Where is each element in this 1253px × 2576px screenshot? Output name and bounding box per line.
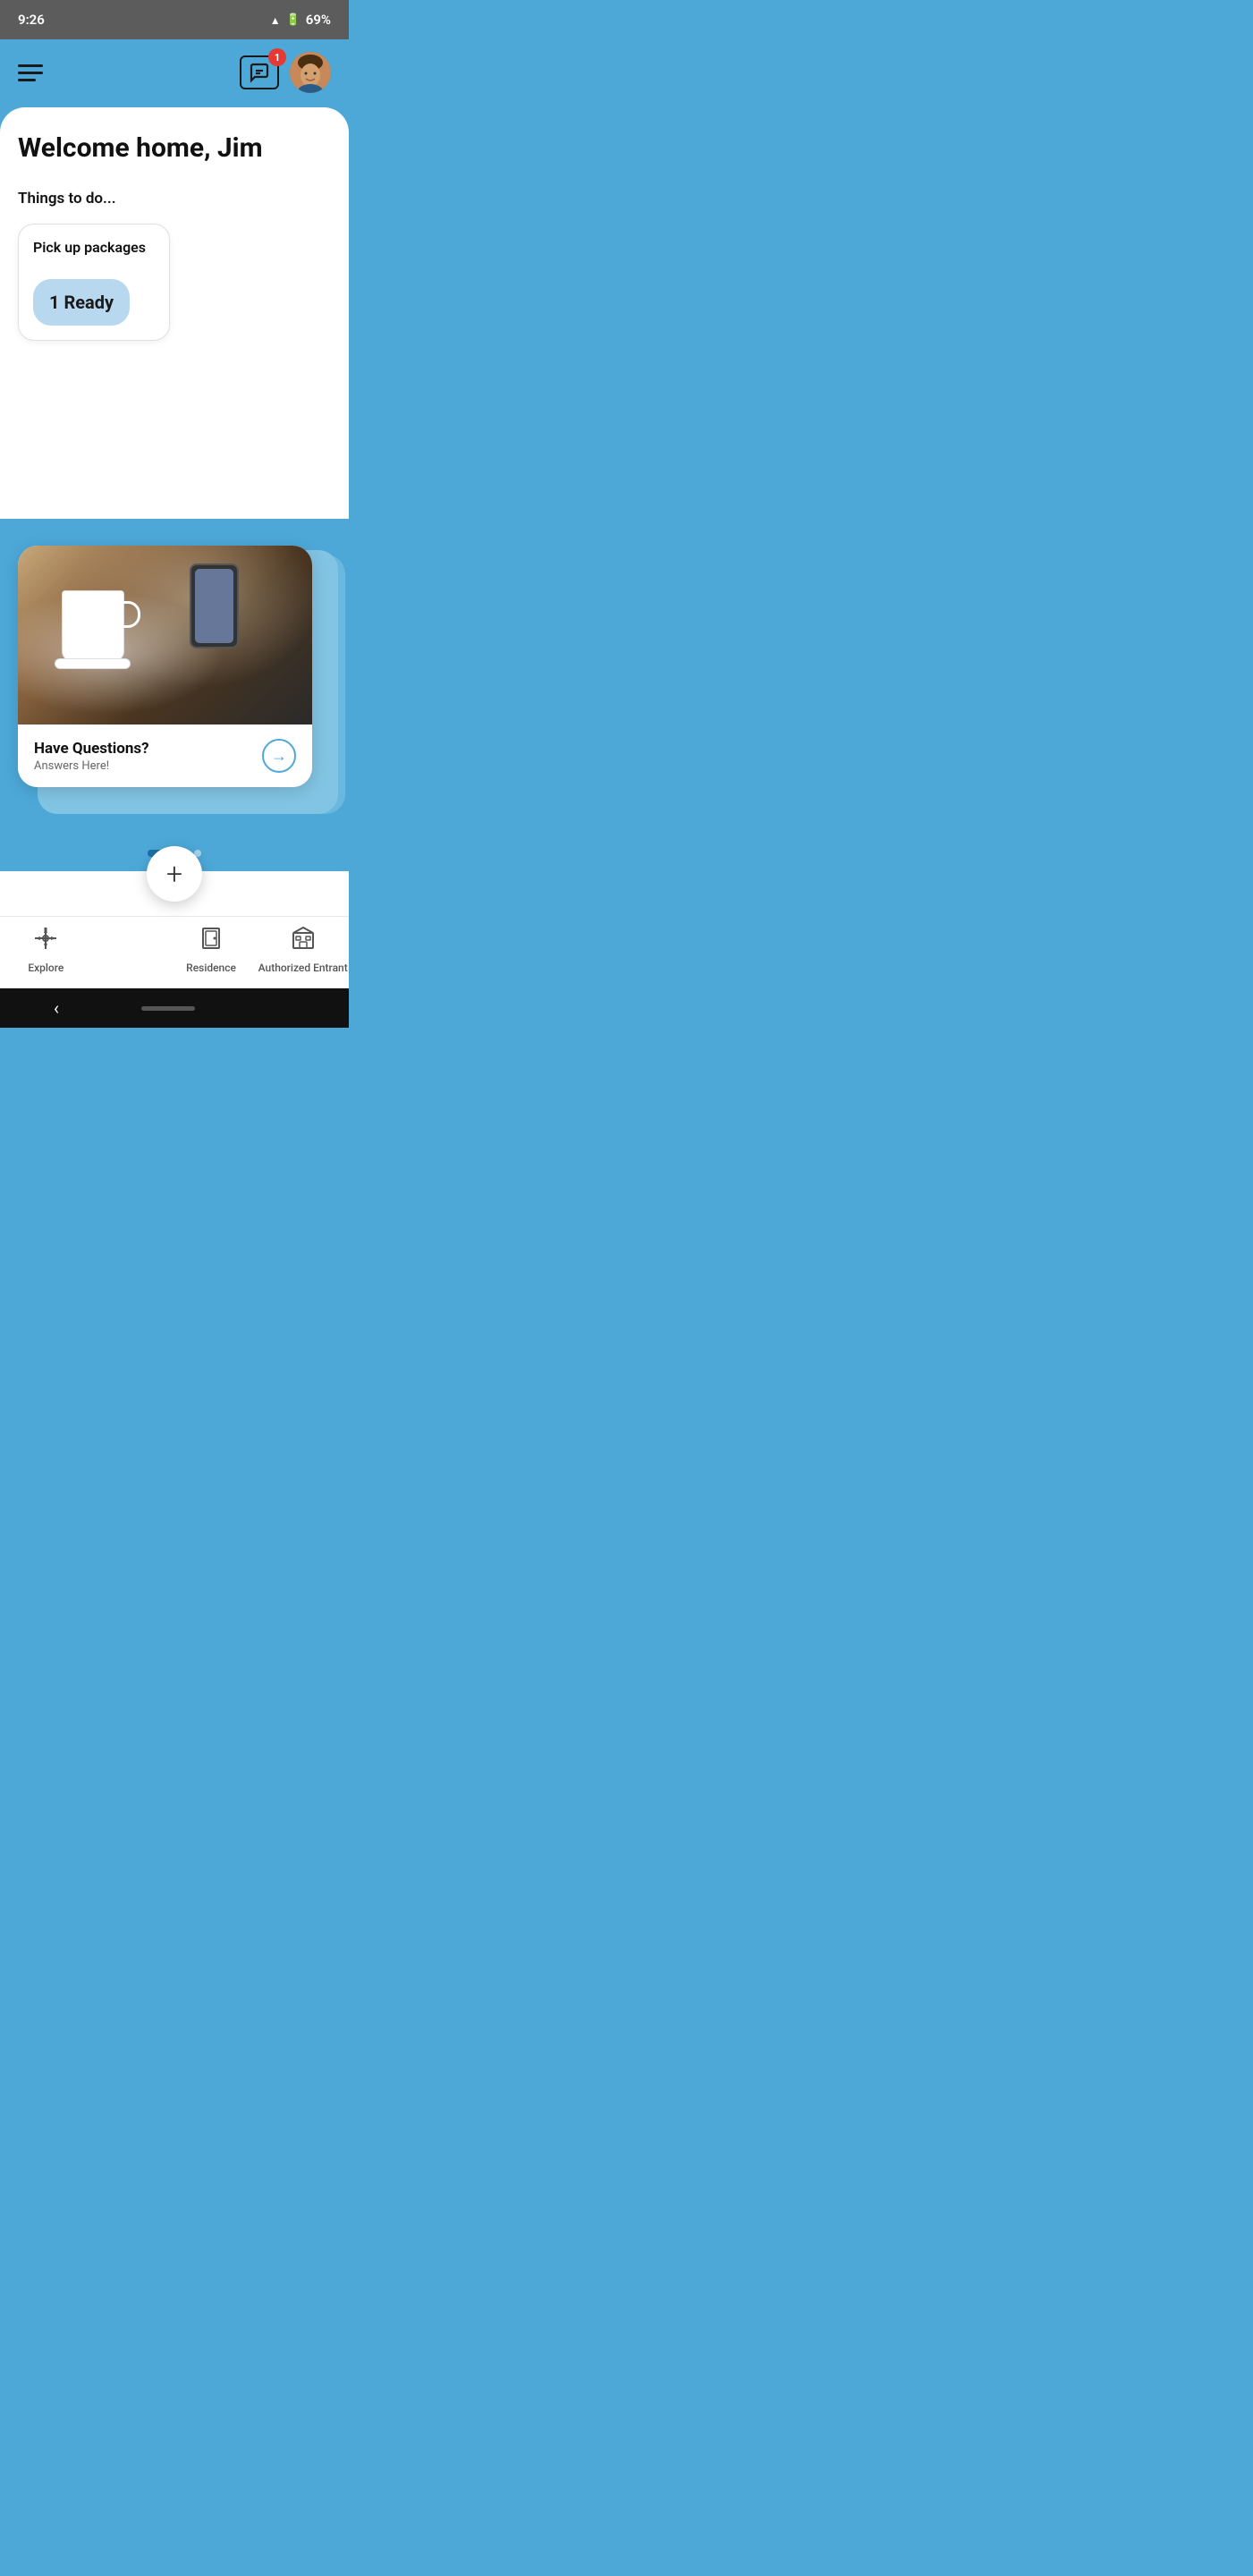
residence-label: Residence	[186, 962, 236, 974]
bottom-nav: Explore Residence	[0, 916, 349, 988]
chat-button[interactable]: 1	[240, 55, 279, 89]
add-icon: +	[166, 857, 182, 891]
nav-authorized-entrant[interactable]: Authorized Entrant	[257, 926, 349, 974]
card-arrow-button[interactable]: →	[262, 739, 296, 773]
package-title: Pick up packages	[33, 239, 155, 258]
battery-level: 69%	[306, 12, 331, 28]
card-footer-text: Have Questions? Answers Here!	[34, 740, 149, 773]
header-actions: 1	[240, 52, 331, 93]
system-bar: ‹	[0, 988, 349, 1028]
carousel-card[interactable]: Have Questions? Answers Here! →	[18, 546, 312, 787]
residence-icon	[199, 926, 224, 957]
fab-container: + Explore	[0, 871, 349, 988]
blue-section: Have Questions? Answers Here! →	[0, 519, 349, 871]
status-bar: 9:26 🔋 69%	[0, 0, 349, 39]
fab-area: +	[0, 871, 349, 916]
avatar-image	[290, 52, 331, 93]
battery-icon: 🔋	[286, 13, 301, 27]
add-button[interactable]: +	[147, 846, 202, 902]
card-image	[18, 546, 312, 724]
phone-illustration	[190, 564, 239, 648]
ready-badge: 1 Ready	[33, 279, 130, 326]
explore-icon	[33, 926, 58, 957]
things-to-do-label: Things to do...	[18, 190, 331, 208]
ready-text: 1 Ready	[49, 292, 114, 313]
wifi-icon	[270, 12, 281, 28]
app-header: 1	[0, 39, 349, 107]
main-card: Welcome home, Jim Things to do... Pick u…	[0, 107, 349, 519]
time-display: 9:26	[18, 12, 45, 28]
card-footer: Have Questions? Answers Here! →	[18, 724, 312, 787]
menu-button[interactable]	[18, 64, 43, 81]
welcome-title: Welcome home, Jim	[18, 132, 331, 165]
card-subtitle: Answers Here!	[34, 759, 149, 773]
carousel: Have Questions? Answers Here! →	[18, 546, 331, 832]
explore-label: Explore	[28, 962, 63, 974]
nav-residence[interactable]: Residence	[165, 926, 258, 974]
back-button[interactable]: ‹	[54, 997, 59, 1019]
chat-badge: 1	[268, 48, 286, 66]
coffee-cup-illustration	[62, 572, 142, 671]
nav-explore[interactable]: Explore	[0, 926, 92, 974]
authorized-entrant-icon	[291, 926, 316, 957]
home-pill[interactable]	[141, 1006, 195, 1011]
avatar[interactable]	[290, 52, 331, 93]
authorized-entrant-label: Authorized Entrant	[258, 962, 348, 974]
card-title: Have Questions?	[34, 740, 149, 758]
status-icons: 🔋 69%	[270, 12, 331, 28]
package-card[interactable]: Pick up packages 1 Ready	[18, 224, 170, 341]
